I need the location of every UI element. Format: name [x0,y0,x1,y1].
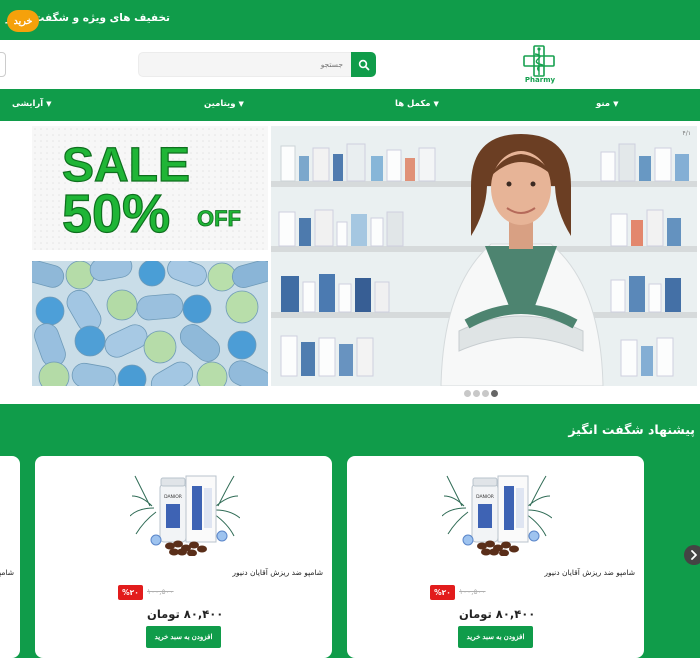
slider-dot[interactable] [473,390,480,397]
nav-item-vitamins[interactable]: ▼ ویتامین [204,99,244,109]
buy-button[interactable]: خرید [7,10,39,32]
slider-dot[interactable] [482,390,489,397]
add-to-cart-button[interactable]: افزودن به سبد خرید [458,626,533,648]
slide-counter: ۴/۱ [682,130,691,137]
slider-dots [464,390,498,397]
nav-item-label: مکمل ها [395,99,431,109]
product-brand: DANIOR [476,494,494,500]
chevron-right-icon [691,550,697,560]
pills-image [32,261,268,386]
pharmacist-slide-image [271,126,697,386]
slider-dot-active[interactable] [491,390,498,397]
nav-item-label: منو [596,99,611,109]
discount-badge: %۲۰ [430,585,455,600]
carousel-next-button[interactable] [684,545,700,565]
chevron-down-icon: ▼ [613,100,619,108]
price: ۸۰,۴۰۰ تومان [459,607,536,621]
nav-item-supplements[interactable]: ▼ مکمل ها [395,99,439,109]
chevron-down-icon: ▼ [433,100,439,108]
nav-item-cosmetics[interactable]: ▼ آرایشی [12,99,52,109]
search-icon [358,59,369,70]
site-header [0,40,700,89]
sale-banner[interactable]: SALE 50% OFF [32,126,268,250]
search-bar [138,52,376,77]
product-name: شامپو [0,568,14,577]
price: ۸۰,۴۰۰ تومان [147,607,224,621]
sale-percent-text: 50% [62,184,170,244]
chevron-down-icon: ▼ [238,100,244,108]
nav-item-label: ویتامین [204,99,236,109]
product-card[interactable]: DANIOR شامپو ضد ریزش آقایان دنیور %۲۰ ۱۰… [35,456,332,658]
old-price: ۱۰۰,۵۰۰ [147,587,174,596]
pills-banner[interactable] [32,261,268,386]
product-card-partial[interactable]: شامپو [0,456,20,658]
product-image: DANIOR [130,475,240,556]
logo-text: Pharmy [524,76,556,84]
nav-item-label: آرایشی [12,99,44,109]
hero-slider[interactable]: ۴/۱ [271,126,697,386]
add-to-cart-button[interactable]: افزودن به سبد خرید [146,626,221,648]
old-price: ۱۰۰,۵۰۰ [459,587,486,596]
product-card[interactable]: DANIOR شامپو ضد ریزش آقایان دنیور %۲۰ ۱۰… [347,456,644,658]
product-brand: DANIOR [164,494,182,500]
section-title: پیشنهاد شگفت انگیز [568,422,695,437]
product-image: DANIOR [442,475,552,556]
sale-off-text: OFF [197,206,241,231]
sale-banner-graphic: SALE 50% OFF [32,126,268,250]
discount-badge: %۲۰ [118,585,143,600]
product-name[interactable]: شامپو ضد ریزش آقایان دنیور [232,568,323,577]
promo-bar: تخفیف های ویژه و شگفت انگیز خرید [0,0,700,40]
search-button[interactable] [351,52,376,77]
product-name[interactable]: شامپو ضد ریزش آقایان دنیور [544,568,635,577]
chevron-down-icon: ▼ [46,100,52,108]
main-nav: ▼ منو ▼ مکمل ها ▼ ویتامین ▼ آرایشی [0,89,700,121]
account-box[interactable] [0,52,6,77]
nav-item-menu[interactable]: ▼ منو [596,99,618,109]
slider-dot[interactable] [464,390,471,397]
search-input[interactable] [138,52,352,77]
amazing-deals-section: پیشنهاد شگفت انگیز شامپو DANIOR [0,404,700,658]
